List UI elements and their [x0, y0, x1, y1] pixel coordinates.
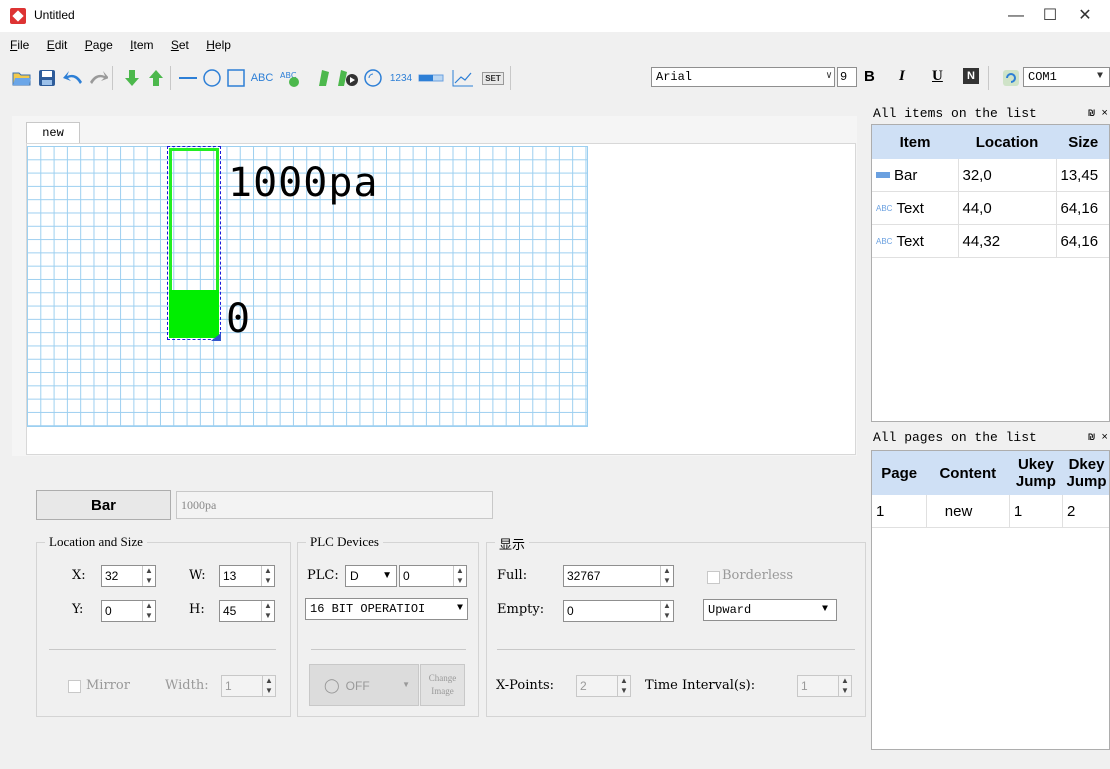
- dynamic-text-icon[interactable]: ABC: [279, 68, 303, 88]
- w-input[interactable]: 13 ▲ ▼: [219, 565, 275, 587]
- circle-icon[interactable]: [202, 68, 222, 88]
- x-input[interactable]: 32 ▲ ▼: [101, 565, 156, 587]
- title-bar: [0, 0, 1110, 32]
- bar-icon: [876, 171, 890, 180]
- operation-select[interactable]: 16 BIT OPERATIOI ▼: [305, 598, 468, 620]
- gauge-icon[interactable]: [363, 68, 383, 88]
- n-button[interactable]: N: [963, 68, 979, 84]
- y-input[interactable]: 0 ▲ ▼: [101, 600, 156, 622]
- item-type-button[interactable]: Bar: [36, 490, 171, 520]
- toolbar-separator: [170, 66, 171, 90]
- image-icon[interactable]: [314, 68, 334, 88]
- pages-header-row: Page Content Ukey Jump Dkey Jump: [872, 451, 1109, 495]
- app-logo-icon: [10, 8, 26, 24]
- plc-address-input[interactable]: 0 ▲ ▼: [399, 565, 467, 587]
- bar-fill: [169, 290, 219, 338]
- redo-icon[interactable]: [88, 68, 108, 88]
- full-input[interactable]: 32767 ▲ ▼: [563, 565, 674, 587]
- menu-bar: File Edit Page Item Set Help: [0, 34, 600, 56]
- text-icon[interactable]: ABC: [249, 68, 275, 88]
- menu-file[interactable]: File: [0, 34, 36, 56]
- column-header-page[interactable]: Page: [872, 451, 927, 495]
- move-up-icon[interactable]: [146, 68, 166, 88]
- borderless-checkbox[interactable]: [707, 571, 720, 584]
- item-name-field[interactable]: 1000pa: [176, 491, 493, 519]
- radio-icon: ◯: [324, 677, 340, 693]
- toolbar-separator: [988, 66, 989, 90]
- toolbar-separator: [112, 66, 113, 90]
- set-icon[interactable]: SET: [481, 68, 505, 88]
- text-icon: ABC: [876, 204, 893, 214]
- x-points-input[interactable]: 2 ▲ ▼: [576, 675, 631, 697]
- plc-device-select[interactable]: D ▼: [345, 565, 397, 587]
- rectangle-icon[interactable]: [226, 68, 246, 88]
- number-icon[interactable]: 1234: [388, 68, 414, 88]
- column-header-ukey-jump[interactable]: Ukey Jump: [1009, 451, 1063, 495]
- h-input[interactable]: 45 ▲ ▼: [219, 600, 275, 622]
- items-list: Item Location Size Bar 32,0 13,45 ABC Tex…: [871, 124, 1110, 422]
- divider: [311, 649, 466, 650]
- table-row[interactable]: ABC Text 44,32 64,16: [872, 224, 1109, 258]
- bar-icon[interactable]: [418, 68, 444, 88]
- italic-button[interactable]: I: [899, 68, 905, 85]
- menu-edit[interactable]: Edit: [40, 34, 75, 56]
- column-header-location[interactable]: Location: [958, 125, 1056, 159]
- open-icon[interactable]: [12, 68, 32, 88]
- toolbar: ABC ABC 1234 SET Arial ∨ 9 B I U N COM1 ▼: [0, 58, 1110, 96]
- pin-close-icon[interactable]: ₪ ×: [1088, 103, 1108, 125]
- canvas-text-bottom[interactable]: 0: [226, 296, 250, 342]
- page-tab[interactable]: new: [26, 122, 80, 145]
- undo-icon[interactable]: [62, 68, 82, 88]
- empty-input[interactable]: 0 ▲ ▼: [563, 600, 674, 622]
- animation-icon[interactable]: [336, 68, 360, 88]
- menu-set[interactable]: Set: [164, 34, 196, 56]
- refresh-port-icon[interactable]: [1001, 68, 1021, 88]
- table-row[interactable]: Bar 32,0 13,45: [872, 159, 1109, 192]
- font-size-select[interactable]: 9: [837, 67, 857, 87]
- canvas-text-top[interactable]: 1000pa: [228, 160, 379, 206]
- divider: [497, 649, 855, 650]
- change-image-button: Change Image: [420, 664, 465, 706]
- bold-button[interactable]: B: [864, 68, 875, 85]
- save-icon[interactable]: [37, 68, 57, 88]
- pages-panel-title: All pages on the list ₪ ×: [871, 427, 1110, 449]
- column-header-dkey-jump[interactable]: Dkey Jump: [1062, 451, 1109, 495]
- direction-select[interactable]: Upward ▼: [703, 599, 837, 621]
- window-title: Untitled: [34, 8, 75, 22]
- move-down-icon[interactable]: [122, 68, 142, 88]
- underline-button[interactable]: U: [932, 68, 943, 85]
- items-panel-title: All items on the list ₪ ×: [871, 103, 1110, 125]
- menu-item[interactable]: Item: [123, 34, 160, 56]
- close-button[interactable]: ✕: [1062, 2, 1108, 30]
- table-row[interactable]: 1 new 1 2: [872, 495, 1109, 528]
- toolbar-separator: [510, 66, 511, 90]
- text-icon: ABC: [876, 237, 893, 247]
- port-select[interactable]: COM1 ▼: [1023, 67, 1110, 87]
- items-header-row: Item Location Size: [872, 125, 1109, 159]
- width-input[interactable]: 1 ▲ ▼: [221, 675, 276, 697]
- divider: [49, 649, 276, 650]
- pin-close-icon[interactable]: ₪ ×: [1088, 427, 1108, 449]
- table-row[interactable]: ABC Text 44,0 64,16: [872, 191, 1109, 225]
- mirror-checkbox[interactable]: [68, 680, 81, 693]
- time-interval-input[interactable]: 1 ▲ ▼: [797, 675, 852, 697]
- column-header-item[interactable]: Item: [872, 125, 958, 159]
- menu-help[interactable]: Help: [199, 34, 238, 56]
- menu-page[interactable]: Page: [78, 34, 120, 56]
- pages-list: Page Content Ukey Jump Dkey Jump 1 new 1…: [871, 450, 1110, 750]
- line-icon[interactable]: [178, 68, 198, 88]
- trend-icon[interactable]: [451, 68, 475, 88]
- font-select[interactable]: Arial ∨: [651, 67, 835, 87]
- column-header-size[interactable]: Size: [1056, 125, 1109, 159]
- column-header-content[interactable]: Content: [926, 451, 1010, 495]
- off-state-button: ◯ OFF ▼: [309, 664, 419, 706]
